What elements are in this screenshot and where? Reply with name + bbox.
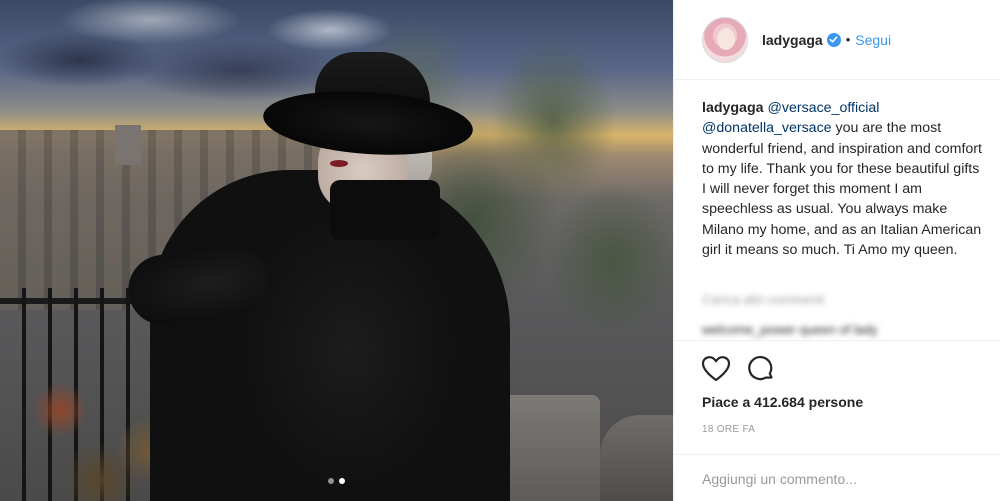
header-separator: • [845, 32, 851, 47]
caption-text: you are the most wonderful friend, and i… [702, 120, 982, 259]
header-username[interactable]: ladygaga [762, 32, 823, 48]
caption-mention[interactable]: @versace_official [767, 100, 879, 116]
follow-button[interactable]: Segui [855, 32, 891, 48]
caption-mention[interactable]: @donatella_versace [702, 120, 832, 136]
carousel-dot[interactable] [328, 478, 334, 484]
post-timestamp[interactable]: 18 ORE FA [702, 424, 755, 435]
comment-icon[interactable] [747, 355, 775, 383]
post-header: ladygaga • Segui [674, 0, 1000, 80]
carousel-indicator [0, 478, 673, 488]
add-comment-input[interactable] [702, 470, 972, 487]
avatar[interactable] [702, 16, 748, 63]
post-photo[interactable] [0, 0, 673, 501]
city-tower [115, 125, 141, 165]
comment-preview: welcome_power queen of lady [702, 322, 878, 337]
likes-count[interactable]: Piace a 412.684 persone [702, 394, 863, 410]
heart-icon[interactable] [701, 355, 731, 383]
person-lips [330, 160, 348, 167]
jacket-collar [330, 180, 440, 240]
post-caption: ladygaga @versace_official @donatella_ve… [702, 98, 987, 260]
post-actions: Piace a 412.684 persone 18 ORE FA [674, 340, 1000, 500]
load-more-comments-link[interactable]: Carica altri commenti [702, 292, 862, 307]
carousel-dot-active[interactable] [339, 478, 345, 484]
verified-badge-icon [826, 32, 841, 47]
caption-username[interactable]: ladygaga [702, 100, 764, 116]
post-sidebar: ladygaga • Segui ladygaga @versace_offic… [673, 0, 1000, 501]
add-comment-bar [674, 454, 1000, 501]
plant-pot [600, 415, 673, 501]
